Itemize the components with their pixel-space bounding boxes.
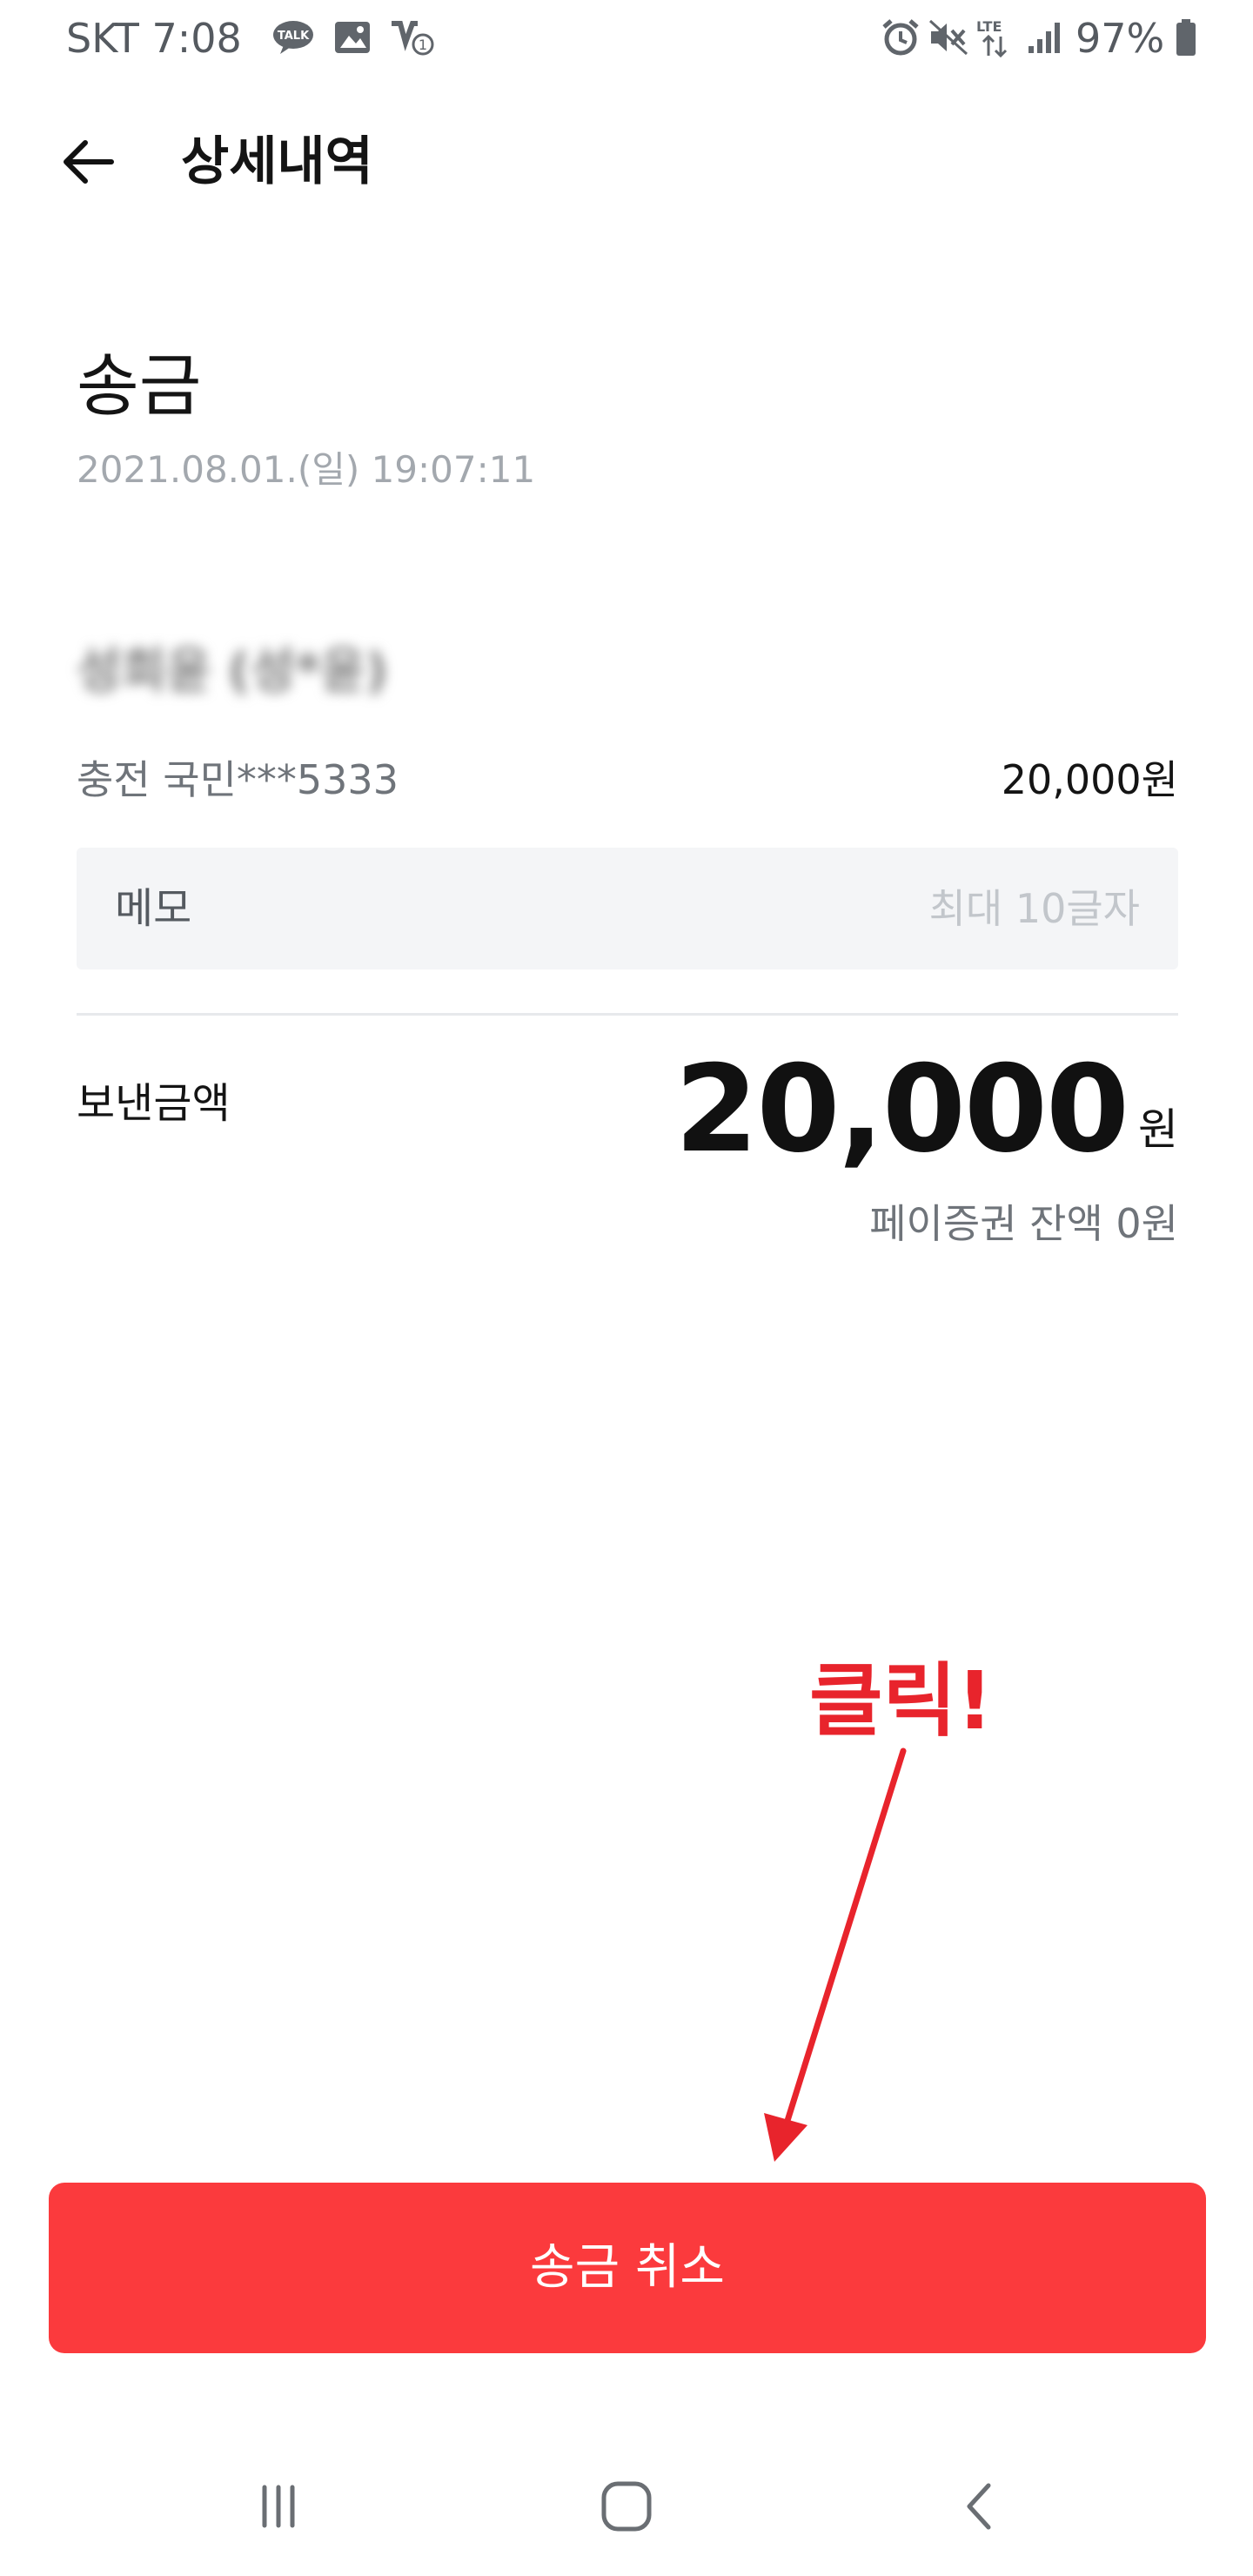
svg-text:1: 1 bbox=[419, 37, 427, 53]
kakaotalk-icon: TALK bbox=[270, 17, 317, 57]
divider bbox=[77, 1013, 1178, 1016]
lte-icon: LTE bbox=[973, 17, 1022, 57]
battery-icon bbox=[1173, 17, 1199, 57]
memo-placeholder: 최대 10글자 bbox=[928, 885, 1140, 932]
memo-label: 메모 bbox=[115, 884, 192, 933]
sent-amount-unit: 원 bbox=[1138, 1104, 1178, 1155]
back-arrow-icon bbox=[64, 140, 114, 184]
back-button[interactable] bbox=[49, 122, 129, 202]
svg-text:LTE: LTE bbox=[976, 18, 1002, 35]
transaction-type: 송금 bbox=[77, 347, 202, 426]
gallery-icon bbox=[331, 17, 374, 57]
cancel-transfer-button[interactable]: 송금 취소 bbox=[49, 2183, 1206, 2353]
status-bar: SKT 7:08 TALK 1 LTE 97% bbox=[0, 0, 1253, 75]
pay-securities-balance: 페이증권 잔액 0원 bbox=[869, 1200, 1178, 1247]
recent-apps-icon bbox=[262, 2485, 295, 2528]
page-title: 상세내역 bbox=[181, 131, 373, 192]
cancel-transfer-label: 송금 취소 bbox=[530, 2239, 725, 2296]
recipient-name: 성희윤 (성*윤) bbox=[77, 643, 388, 700]
click-annotation: 클릭! bbox=[809, 1654, 994, 1748]
transaction-datetime: 2021.08.01.(일) 19:07:11 bbox=[77, 448, 536, 491]
mute-icon bbox=[926, 17, 971, 57]
back-nav-icon bbox=[967, 2483, 991, 2530]
sent-amount-row: 20,000 원 bbox=[674, 1044, 1178, 1175]
home-icon bbox=[601, 2481, 652, 2532]
memo-field[interactable]: 메모 최대 10글자 bbox=[77, 848, 1178, 969]
charge-amount: 20,000원 bbox=[1001, 756, 1178, 803]
back-nav-button[interactable] bbox=[926, 2454, 1030, 2559]
home-button[interactable] bbox=[574, 2454, 679, 2559]
notification-icon: 1 bbox=[386, 17, 437, 57]
sent-amount: 20,000 bbox=[674, 1039, 1129, 1179]
alarm-icon bbox=[879, 17, 922, 57]
recent-apps-button[interactable] bbox=[226, 2454, 331, 2559]
battery-percent: 97% bbox=[1075, 15, 1165, 62]
sent-amount-label: 보낸금액 bbox=[77, 1079, 231, 1128]
carrier-time: SKT 7:08 bbox=[66, 15, 242, 62]
charge-account-label: 충전 국민***5333 bbox=[77, 756, 399, 803]
svg-text:TALK: TALK bbox=[278, 30, 310, 43]
signal-icon bbox=[1025, 17, 1067, 57]
